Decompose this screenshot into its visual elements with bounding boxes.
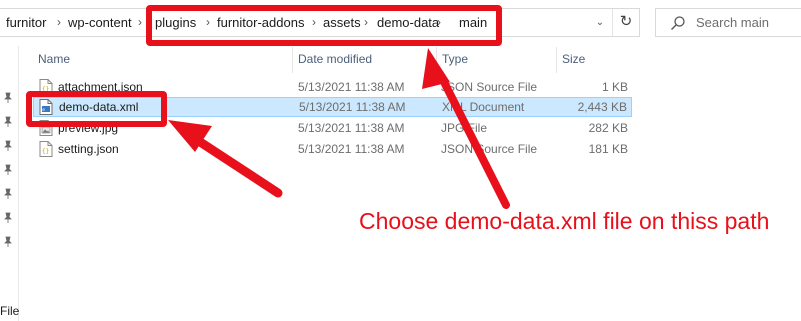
pin-icon[interactable] (2, 188, 14, 200)
file-date: 5/13/2021 11:38 AM (298, 142, 405, 156)
file-type: JSON Source File (441, 142, 538, 156)
file-size: 1 KB (601, 80, 628, 94)
refresh-button[interactable]: ↻ (612, 9, 639, 36)
file-name: setting.json (58, 142, 119, 156)
column-header-date[interactable]: Date modified (298, 50, 372, 72)
path-highlight-box (146, 5, 502, 46)
file-type: JSON Source File (441, 80, 538, 94)
column-divider[interactable] (556, 47, 557, 73)
column-header-type[interactable]: Type (442, 50, 468, 72)
file-date: 5/13/2021 11:38 AM (299, 100, 406, 114)
search-icon (671, 16, 685, 30)
pin-icon[interactable] (2, 236, 14, 248)
pin-icon[interactable] (2, 92, 14, 104)
file-date: 5/13/2021 11:38 AM (298, 80, 405, 94)
file-size: 181 KB (588, 142, 628, 156)
pin-icon[interactable] (2, 212, 14, 224)
breadcrumb-separator[interactable]: › (138, 9, 142, 36)
annotation-arrows (168, 48, 510, 209)
navigation-pane: File (0, 46, 19, 321)
breadcrumb-separator[interactable]: › (57, 9, 61, 36)
svg-text:{}: {} (42, 148, 49, 155)
file-size: 2,443 KB (577, 100, 627, 114)
file-size: 282 KB (588, 121, 628, 135)
annotation-caption: Choose demo-data.xml file on thiss path (359, 208, 770, 234)
nav-item-label[interactable]: File (0, 304, 19, 318)
file-highlight-box (26, 91, 167, 127)
breadcrumb-furnitor[interactable]: furnitor (6, 9, 46, 36)
json-file-icon: {} (39, 141, 53, 157)
file-row[interactable]: {} setting.json 5/13/2021 11:38 AM JSON … (33, 139, 632, 159)
column-header-name[interactable]: Name (38, 50, 70, 72)
file-type: JPG File (441, 121, 488, 135)
pin-icon[interactable] (2, 140, 14, 152)
column-divider[interactable] (436, 47, 437, 73)
pin-icon[interactable] (2, 116, 14, 128)
search-box[interactable]: Search main (655, 8, 801, 37)
file-type: XML Document (442, 100, 525, 114)
pin-icon[interactable] (2, 164, 14, 176)
file-date: 5/13/2021 11:38 AM (298, 121, 405, 135)
breadcrumb-wp-content[interactable]: wp-content (68, 9, 132, 36)
column-divider[interactable] (292, 47, 293, 73)
search-placeholder[interactable]: Search main (696, 9, 769, 36)
column-header-size[interactable]: Size (562, 50, 585, 72)
address-history-dropdown[interactable]: ⌄ (586, 9, 614, 36)
